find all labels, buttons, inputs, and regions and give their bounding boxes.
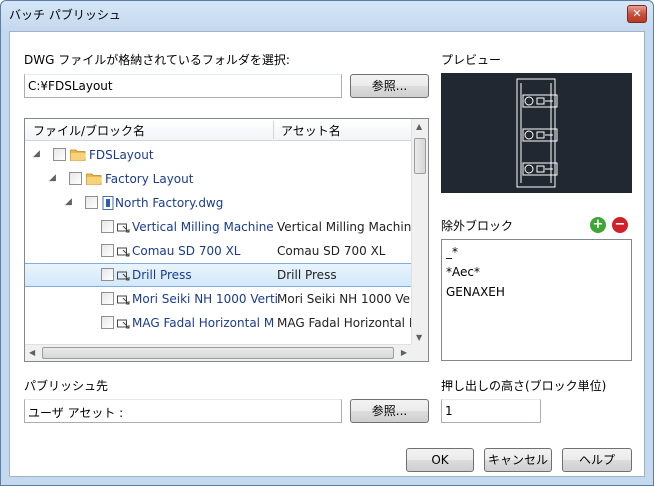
tree-horizontal-scrollbar[interactable]: ◀ ▶ — [25, 344, 411, 361]
batch-publish-dialog: バッチ パブリッシュ ✕ DWG ファイルが格納されているフォルダを選択: C:… — [0, 0, 654, 486]
tree-row-block[interactable]: MAG Fadal Horizontal M MAG Fadal Horizon… — [25, 311, 427, 335]
block-icon — [117, 295, 130, 305]
preview-drawing — [516, 78, 558, 188]
row-asset-name: MAG Fadal Horizontal Ma — [277, 316, 427, 330]
publish-to-label: パブリッシュ先 — [24, 379, 109, 393]
remove-icon[interactable]: − — [612, 217, 628, 233]
dwg-file-icon — [102, 196, 114, 210]
scroll-left-icon[interactable]: ◀ — [29, 348, 35, 357]
list-item[interactable]: _* — [446, 242, 627, 262]
row-file-name: Mori Seiki NH 1000 Verti — [132, 292, 279, 306]
row-checkbox[interactable] — [101, 292, 114, 305]
scroll-down-icon[interactable]: ▼ — [416, 333, 422, 342]
row-checkbox[interactable] — [53, 148, 66, 161]
tree-header: ファイル/ブロック名 アセット名 — [25, 119, 411, 141]
row-checkbox[interactable] — [69, 172, 82, 185]
row-file-name: Factory Layout — [105, 172, 194, 186]
row-file-name: North Factory.dwg — [115, 196, 224, 210]
block-icon — [117, 319, 130, 329]
scroll-up-icon[interactable]: ▲ — [416, 122, 422, 131]
row-asset-name: Vertical Milling Machine — [277, 220, 419, 234]
add-icon[interactable]: + — [590, 217, 606, 233]
row-asset-name: Drill Press — [277, 268, 337, 282]
row-checkbox[interactable] — [101, 316, 114, 329]
expander-icon[interactable]: ◢ — [49, 173, 56, 183]
row-checkbox[interactable] — [101, 244, 114, 257]
tree-row-block-selected[interactable]: Drill Press Drill Press — [25, 263, 411, 287]
expander-icon[interactable]: ◢ — [65, 197, 72, 207]
row-asset-name: Comau SD 700 XL — [277, 244, 386, 258]
tree-row-north-factory[interactable]: ◢ North Factory.dwg — [25, 191, 411, 215]
tree-vertical-scrollbar[interactable]: ▲ ▼ — [411, 119, 428, 345]
column-header-file[interactable]: ファイル/ブロック名 — [33, 122, 145, 139]
preview-label: プレビュー — [441, 53, 502, 67]
folder-browse-button[interactable]: 参照... — [350, 74, 429, 98]
row-asset-name: Mori Seiki NH 1000 Vertic — [277, 292, 429, 306]
tree-row-block[interactable]: Comau SD 700 XL Comau SD 700 XL — [25, 239, 411, 263]
exclude-label: 除外ブロック — [441, 219, 514, 233]
vertical-scroll-thumb[interactable] — [414, 138, 426, 174]
scroll-right-icon[interactable]: ▶ — [401, 348, 407, 357]
folder-icon — [70, 149, 86, 161]
tree-row-factory-layout[interactable]: ◢ Factory Layout — [25, 167, 411, 191]
ok-button[interactable]: OK — [406, 448, 474, 472]
close-button[interactable]: ✕ — [627, 5, 647, 23]
row-file-name: MAG Fadal Horizontal M — [132, 316, 275, 330]
publish-to-field[interactable]: ユーザ アセット : — [24, 399, 342, 423]
folder-path-field[interactable]: C:¥FDSLayout — [24, 74, 342, 98]
list-item[interactable]: GENAXEH — [446, 282, 627, 302]
horizontal-scroll-thumb[interactable] — [42, 347, 394, 359]
file-block-tree[interactable]: ファイル/ブロック名 アセット名 ◢ FDSLayout ◢ Factory L… — [24, 118, 429, 362]
cancel-button[interactable]: キャンセル — [484, 448, 552, 472]
column-header-asset[interactable]: アセット名 — [281, 122, 341, 139]
tree-row-block[interactable]: Vertical Milling Machine Vertical Millin… — [25, 215, 419, 239]
folder-icon — [86, 173, 102, 185]
row-checkbox[interactable] — [85, 196, 98, 209]
block-icon — [117, 223, 130, 233]
row-file-name: FDSLayout — [89, 148, 154, 162]
list-item[interactable]: *Aec* — [446, 262, 627, 282]
block-icon — [117, 271, 130, 281]
title-bar[interactable]: バッチ パブリッシュ ✕ — [1, 1, 653, 29]
row-checkbox[interactable] — [101, 268, 114, 281]
extrusion-height-field[interactable]: 1 — [441, 399, 541, 423]
publish-to-browse-button[interactable]: 参照... — [350, 399, 429, 423]
expander-icon[interactable]: ◢ — [33, 149, 40, 159]
window-title: バッチ パブリッシュ — [9, 8, 121, 22]
tree-row-fdslayout[interactable]: ◢ FDSLayout — [25, 143, 411, 167]
exclude-block-list[interactable]: _* *Aec* GENAXEH — [441, 239, 632, 361]
block-preview — [441, 73, 632, 193]
folder-label: DWG ファイルが格納されているフォルダを選択: — [24, 53, 290, 67]
scroll-corner — [411, 344, 428, 361]
row-file-name: Vertical Milling Machine — [132, 220, 274, 234]
help-button[interactable]: ヘルプ — [562, 448, 632, 472]
tree-row-block[interactable]: Mori Seiki NH 1000 Verti Mori Seiki NH 1… — [25, 287, 428, 311]
row-checkbox[interactable] — [101, 220, 114, 233]
row-file-name: Drill Press — [132, 268, 192, 282]
block-icon — [117, 247, 130, 257]
extrusion-height-label: 押し出しの高さ(ブロック単位) — [441, 379, 607, 393]
row-file-name: Comau SD 700 XL — [132, 244, 241, 258]
dialog-body: DWG ファイルが格納されているフォルダを選択: C:¥FDSLayout 参照… — [9, 31, 645, 477]
